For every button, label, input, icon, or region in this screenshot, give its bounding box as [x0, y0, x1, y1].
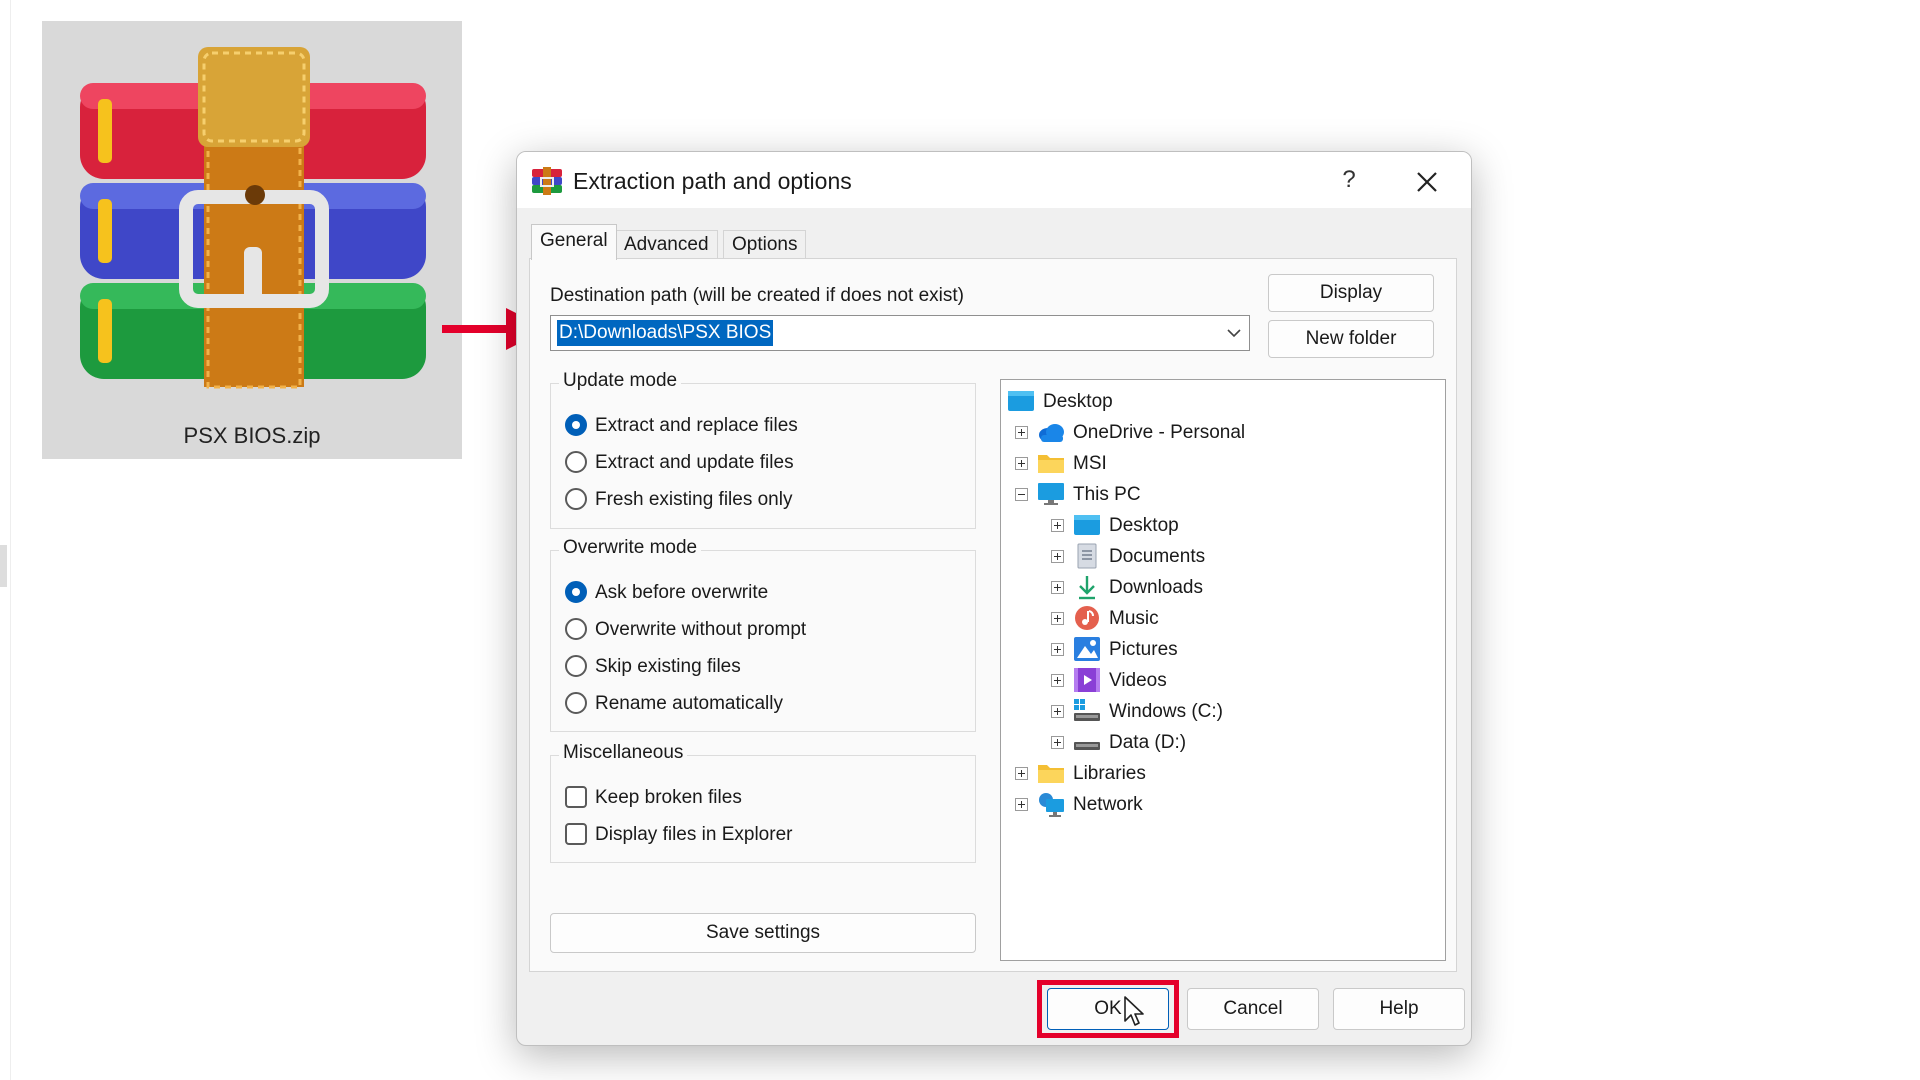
document-icon — [1077, 543, 1097, 569]
expand-icon[interactable] — [1051, 705, 1064, 718]
tree-label: Music — [1109, 608, 1159, 629]
tree-label: Libraries — [1073, 763, 1146, 784]
save-settings-button[interactable]: Save settings — [550, 913, 976, 953]
desktop-icon — [1074, 515, 1100, 535]
tree-label: Windows (C:) — [1109, 701, 1224, 722]
ok-button-highlight-annotation — [1037, 980, 1179, 1038]
file-name: PSX BIOS.zip — [183, 423, 321, 448]
folder-icon — [1038, 765, 1064, 783]
left-edge-tab — [0, 545, 7, 587]
monitor-icon — [1038, 483, 1064, 505]
expand-icon[interactable] — [1051, 581, 1064, 594]
tree-label: Documents — [1109, 546, 1206, 567]
expand-icon[interactable] — [1051, 519, 1064, 532]
update-mode-title: Update mode — [559, 370, 682, 392]
overwrite-mode-title: Overwrite mode — [559, 537, 702, 559]
tree-label: Pictures — [1109, 639, 1178, 660]
tree-label: Videos — [1109, 670, 1167, 691]
checkbox[interactable] — [565, 786, 587, 808]
expand-icon[interactable] — [1015, 798, 1028, 811]
expand-icon[interactable] — [1051, 736, 1064, 749]
extraction-dialog: Extraction path and options ? General Ad… — [516, 151, 1472, 1046]
radio-button[interactable] — [565, 618, 587, 640]
file-tile[interactable]: PSX BIOS.zip — [42, 21, 462, 459]
folder-tree[interactable]: Desktop OneDrive - Personal MSI This PC … — [1000, 379, 1446, 961]
pictures-icon — [1074, 637, 1100, 661]
expand-icon[interactable] — [1015, 426, 1028, 439]
cloud-icon — [1039, 424, 1064, 442]
left-edge-line — [10, 0, 11, 1080]
option-label: Ask before overwrite — [595, 582, 769, 603]
dialog-titlebar[interactable]: Extraction path and options ? — [517, 152, 1471, 208]
folder-icon — [1038, 455, 1064, 473]
tree-label: MSI — [1073, 453, 1107, 474]
dialog-title: Extraction path and options — [573, 168, 852, 194]
tree-label: OneDrive - Personal — [1073, 422, 1246, 443]
tab-options[interactable]: Options — [723, 230, 807, 258]
tree-label: This PC — [1073, 484, 1141, 505]
destination-path-value[interactable]: D:\Downloads\PSX BIOS — [557, 320, 774, 346]
destination-path-combobox[interactable]: D:\Downloads\PSX BIOS — [550, 315, 1250, 351]
display-button[interactable]: Display — [1268, 274, 1434, 312]
general-tab-panel: Destination path (will be created if doe… — [529, 258, 1457, 972]
radio-button[interactable] — [565, 488, 587, 510]
expand-icon[interactable] — [1015, 767, 1028, 780]
chevron-down-icon[interactable] — [1225, 324, 1243, 342]
update-mode-group: Update mode Extract and replace files Ex… — [550, 370, 976, 529]
help-button[interactable]: Help — [1333, 988, 1465, 1030]
tree-label: Network — [1073, 794, 1143, 815]
tab-advanced[interactable]: Advanced — [615, 230, 718, 258]
desktop-icon — [1008, 391, 1034, 411]
option-label: Skip existing files — [595, 656, 741, 677]
expand-icon[interactable] — [1051, 643, 1064, 656]
tree-label: Data (D:) — [1109, 732, 1187, 753]
network-icon — [1039, 793, 1064, 817]
checkbox[interactable] — [565, 823, 587, 845]
radio-button-selected[interactable] — [565, 414, 587, 436]
expand-icon[interactable] — [1051, 612, 1064, 625]
option-label: Keep broken files — [595, 787, 742, 808]
cancel-button[interactable]: Cancel — [1187, 988, 1319, 1030]
expand-icon[interactable] — [1051, 674, 1064, 687]
destination-path-label: Destination path (will be created if doe… — [550, 285, 964, 306]
radio-button[interactable] — [565, 655, 587, 677]
option-label: Extract and update files — [595, 452, 794, 473]
radio-button[interactable] — [565, 451, 587, 473]
music-icon — [1075, 606, 1099, 630]
expand-icon[interactable] — [1015, 457, 1028, 470]
videos-icon — [1074, 668, 1100, 692]
winrar-app-icon — [532, 167, 562, 195]
tree-label: Downloads — [1109, 577, 1203, 598]
windows-drive-icon — [1074, 699, 1100, 721]
tab-general[interactable]: General — [531, 224, 617, 260]
option-label: Rename automatically — [595, 693, 783, 714]
mouse-cursor-icon — [1124, 996, 1144, 1026]
miscellaneous-group: Miscellaneous Keep broken files Display … — [550, 742, 976, 863]
help-title-button[interactable]: ? — [1323, 158, 1375, 202]
radio-button[interactable] — [565, 692, 587, 714]
miscellaneous-title: Miscellaneous — [559, 742, 688, 764]
close-icon[interactable] — [1401, 160, 1453, 204]
download-arrow-icon — [1079, 576, 1095, 600]
option-label: Extract and replace files — [595, 415, 798, 436]
option-label: Fresh existing files only — [595, 489, 793, 510]
winrar-archive-icon — [80, 47, 426, 389]
collapse-icon[interactable] — [1015, 488, 1028, 501]
option-label: Overwrite without prompt — [595, 619, 807, 640]
drive-icon — [1074, 742, 1100, 750]
option-label: Display files in Explorer — [595, 824, 793, 845]
new-folder-button[interactable]: New folder — [1268, 320, 1434, 358]
tree-label: Desktop — [1109, 515, 1179, 536]
overwrite-mode-group: Overwrite mode Ask before overwrite Over… — [550, 537, 976, 732]
tree-label: Desktop — [1043, 391, 1113, 412]
expand-icon[interactable] — [1051, 550, 1064, 563]
radio-button-selected[interactable] — [565, 581, 587, 603]
